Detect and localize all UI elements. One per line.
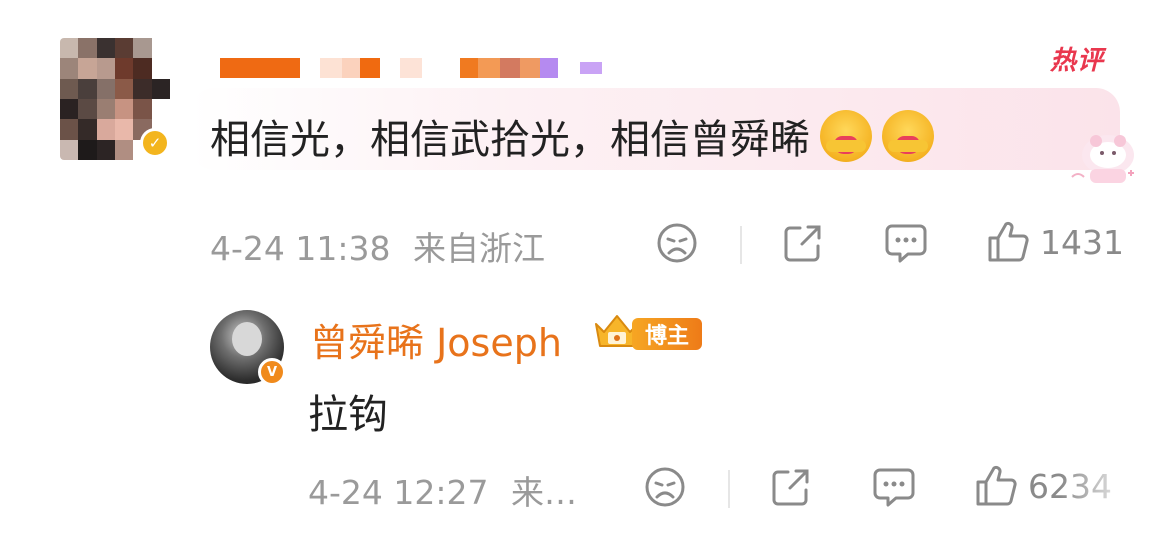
comment-text: 相信光，相信武拾光，相信曾舜晞 [210,117,810,163]
comment-button[interactable] [884,222,928,264]
like-count: 1431 [1040,222,1124,262]
action-divider [728,470,730,508]
reply-author-name[interactable]: 曾舜晞 Joseph [310,312,562,367]
hug-emoji-icon [820,110,872,162]
like-icon [974,464,1018,508]
verified-badge-icon: V [258,358,286,386]
share-icon [770,466,812,508]
share-icon [782,222,824,264]
like-button[interactable]: 1431 [986,220,1124,264]
dislike-button[interactable] [656,222,698,264]
like-icon [986,220,1030,264]
dislike-face-icon [644,466,686,508]
comment-icon [884,222,928,264]
hug-emoji-icon [882,110,934,162]
reply-location: 来… [511,473,577,512]
hot-comment-badge: 热评 [1050,46,1105,76]
comment-timestamp: 4-24 11:38 [210,229,391,268]
blogger-badge: 博主 [592,312,704,354]
comment-icon [872,466,916,508]
reply-timestamp: 4-24 12:27 [308,473,489,512]
comment-button[interactable] [872,466,916,508]
comment-location: 来自浙江 [413,229,545,268]
bubble-sticker-icon [1071,135,1134,183]
dislike-button[interactable] [644,466,686,508]
verified-badge-icon: ✓ [140,128,170,158]
commenter-name-blurred[interactable] [220,58,602,80]
reply-meta: 4-24 12:27 来… [308,466,577,514]
share-button[interactable] [770,466,812,508]
comment-meta: 4-24 11:38 来自浙江 [210,222,545,270]
comment-body: 相信光，相信武拾光，相信曾舜晞 [210,107,934,165]
action-divider [740,226,742,264]
share-button[interactable] [782,222,824,264]
edge-fade [1060,462,1170,522]
dislike-face-icon [656,222,698,264]
reply-text: 拉钩 [308,392,388,438]
blogger-tag: 博主 [632,318,702,350]
